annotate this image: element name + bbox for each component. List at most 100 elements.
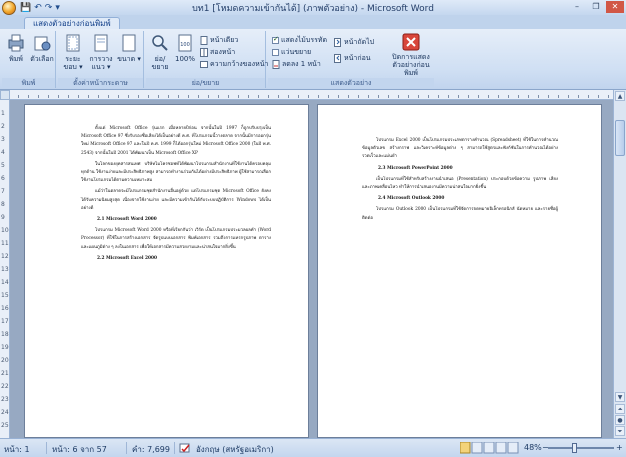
redo-icon[interactable]: ↷: [45, 3, 53, 13]
minimize-button[interactable]: –: [568, 1, 586, 13]
vertical-scrollbar[interactable]: ▲ ▼ ⏶ ● ⏷: [613, 90, 626, 438]
ruler-label: 10: [1, 227, 9, 234]
zoom-level[interactable]: 48%: [524, 443, 542, 452]
ruler-label: 7: [1, 188, 5, 195]
margins-icon: [66, 34, 80, 52]
window-controls: – ❐ ✕: [568, 1, 624, 13]
word-count[interactable]: คำ: 7,699: [132, 443, 170, 456]
ruler-label: 14: [1, 279, 9, 286]
ruler-tick: [128, 95, 129, 98]
ruler-tick: [138, 95, 139, 98]
ruler-tick: [78, 95, 79, 98]
scroll-up-arrow[interactable]: ▲: [615, 91, 625, 101]
previous-page-button[interactable]: หน้าก่อน: [334, 53, 371, 64]
margins-button[interactable]: ระยะขอบ ▾: [60, 33, 86, 71]
svg-text:100: 100: [180, 42, 190, 48]
page-preview-right[interactable]: โปรแกรม Excel 2000 เป็นโปรแกรมประเภทตารา…: [317, 104, 602, 438]
ruler-tick: [178, 95, 179, 98]
section-heading: 2.2 Microsoft Excel 2000: [97, 255, 157, 261]
ruler-label: 21: [1, 370, 9, 377]
paragraph: โปรแกรม Microsoft Word 2000 หรือที่เรียก…: [81, 228, 271, 250]
web-layout-view-icon[interactable]: [483, 441, 495, 454]
ruler-label: 6: [1, 175, 5, 182]
page-width-icon: [200, 61, 208, 68]
scroll-thumb[interactable]: [615, 120, 625, 156]
paragraph: โปรแกรม Outlook 2000 เป็นโปรแกรมที่ใช้จั…: [362, 207, 558, 221]
ruler-tick: [258, 95, 259, 98]
save-icon[interactable]: 💾: [20, 3, 31, 13]
undo-icon[interactable]: ↶: [34, 3, 42, 13]
orientation-button[interactable]: การวางแนว ▾: [88, 33, 114, 71]
proofing-icon[interactable]: [179, 443, 191, 456]
customize-qat-icon[interactable]: ▾: [55, 3, 60, 13]
show-ruler-checkbox[interactable]: แสดงไม้บรรทัด: [272, 35, 327, 46]
options-button[interactable]: ตัวเลือก: [29, 33, 55, 63]
ruler-tick: [488, 95, 489, 98]
ruler-tick: [118, 95, 119, 98]
status-separator: [46, 442, 47, 454]
ruler-tick: [548, 95, 549, 98]
ruler-corner[interactable]: [0, 90, 10, 100]
two-pages-button[interactable]: สองหน้า: [200, 47, 235, 58]
maximize-button[interactable]: ❐: [587, 1, 605, 13]
close-window-button[interactable]: ✕: [606, 1, 624, 13]
document-area[interactable]: ตั้งแต่ Microsoft Office รุ่นแรก เมื่อหล…: [10, 100, 613, 438]
ruler-tick: [448, 95, 449, 98]
page-preview-left[interactable]: ตั้งแต่ Microsoft Office รุ่นแรก เมื่อหล…: [24, 104, 309, 438]
ruler-tick: [308, 95, 309, 98]
draft-view-icon[interactable]: [507, 441, 519, 454]
close-preview-icon: [402, 33, 420, 51]
close-preview-button[interactable]: ปิดการแสดงตัวอย่างก่อนพิมพ์: [390, 33, 432, 77]
page-indicator[interactable]: หน้า: 6 จาก 57: [52, 443, 107, 456]
office-button[interactable]: [2, 0, 16, 15]
ruler-label: 15: [1, 292, 9, 299]
status-separator: [174, 442, 175, 454]
vertical-ruler[interactable]: 1 2 3 4 5 6 7 8 9 10 11 12 13 14 15 16 17 18 19 20 21 22 23 24 2…: [0, 100, 10, 438]
section-heading: 2.4 Microsoft Outlook 2000: [378, 196, 445, 202]
print-button[interactable]: พิมพ์: [4, 33, 28, 63]
tab-print-preview[interactable]: แสดงตัวอย่างก่อนพิมพ์: [24, 17, 120, 29]
ruler-tick: [378, 95, 379, 98]
zoom-button[interactable]: ย่อ/ขยาย: [148, 33, 172, 71]
next-page-arrow[interactable]: ⏷: [615, 426, 625, 436]
one-page-button[interactable]: หน้าเดียว: [200, 35, 238, 46]
ruler-label: 8: [1, 201, 5, 208]
horizontal-ruler[interactable]: [10, 90, 614, 100]
ruler-tick: [18, 95, 19, 98]
zoom-slider[interactable]: [548, 447, 614, 449]
shrink-one-page-button[interactable]: ลดลง 1 หน้า: [272, 59, 321, 70]
status-bar: หน้า: 1 หน้า: 6 จาก 57 คำ: 7,699 อังกฤษ …: [0, 438, 626, 457]
ruler-tick: [348, 95, 349, 98]
zoom-100-button[interactable]: 100 100%: [174, 33, 196, 63]
ruler-label: 4: [1, 149, 5, 156]
page-width-button[interactable]: ความกว้างของหน้า: [200, 59, 268, 70]
next-page-icon: [334, 38, 341, 47]
ruler-tick: [278, 95, 279, 98]
ruler-tick: [148, 95, 149, 98]
group-preview: แสดงไม้บรรทัด แว่นขยาย ลดลง 1 หน้า หน้าถ…: [268, 31, 434, 88]
zoom-100-icon: 100: [178, 34, 192, 52]
ruler-tick: [298, 95, 299, 98]
zoom-in-icon[interactable]: +: [616, 443, 623, 452]
ruler-tick: [588, 95, 589, 98]
full-screen-view-icon[interactable]: [471, 441, 483, 454]
scroll-down-arrow[interactable]: ▼: [615, 392, 625, 402]
page-text-block: โปรแกรม Excel 2000 เป็นโปรแกรมประเภทตารา…: [362, 137, 558, 226]
print-layout-view-icon[interactable]: [459, 441, 471, 454]
ruler-tick: [228, 95, 229, 98]
language-indicator[interactable]: อังกฤษ (สหรัฐอเมริกา): [196, 443, 274, 456]
paragraph: แม้ว่าในตลาดจะมีโปรแกรมชุดสำนักงานอื่นอย…: [81, 189, 271, 211]
ruler-tick: [218, 95, 219, 98]
ruler-tick: [398, 95, 399, 98]
next-page-button[interactable]: หน้าถัดไป: [334, 37, 374, 48]
magnifier-checkbox[interactable]: แว่นขยาย: [272, 47, 311, 58]
section-indicator[interactable]: หน้า: 1: [4, 443, 30, 456]
previous-page-arrow[interactable]: ⏶: [615, 404, 625, 414]
size-button[interactable]: ขนาด ▾: [116, 33, 142, 63]
zoom-slider-thumb[interactable]: [572, 443, 577, 453]
ruler-label: 1: [1, 110, 5, 117]
outline-view-icon[interactable]: [495, 441, 507, 454]
browse-object-button[interactable]: ●: [615, 415, 625, 425]
ruler-label: 2: [1, 123, 5, 130]
ruler-tick: [568, 95, 569, 98]
